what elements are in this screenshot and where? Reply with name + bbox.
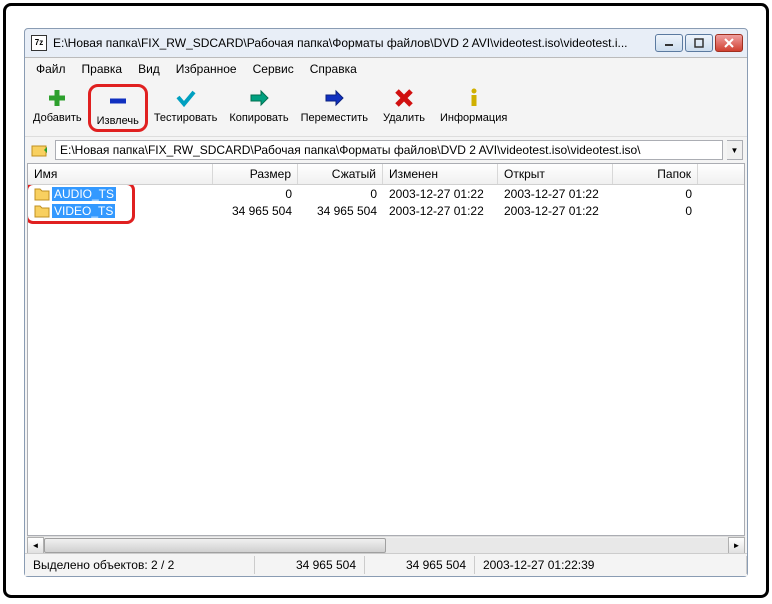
plus-icon: [46, 87, 68, 109]
status-selected: Выделено объектов: 2 / 2: [25, 556, 255, 574]
scroll-left-button[interactable]: ◄: [27, 537, 44, 554]
address-dropdown[interactable]: ▼: [727, 140, 743, 160]
folder-icon: [34, 204, 50, 218]
menu-tools[interactable]: Сервис: [246, 60, 301, 78]
col-modified[interactable]: Изменен: [383, 164, 498, 184]
status-size: 34 965 504: [255, 556, 365, 574]
app-icon: 7z: [31, 35, 47, 51]
add-label: Добавить: [33, 112, 82, 124]
add-button[interactable]: Добавить: [27, 84, 88, 132]
row-folders: 0: [613, 204, 698, 218]
row-modified: 2003-12-27 01:22: [383, 187, 498, 201]
row-opened: 2003-12-27 01:22: [498, 204, 613, 218]
row-size: 0: [213, 187, 298, 201]
address-bar: ▼: [25, 137, 747, 163]
delete-button[interactable]: Удалить: [374, 84, 434, 132]
col-folders[interactable]: Папок: [613, 164, 698, 184]
info-label: Информация: [440, 112, 507, 124]
move-button[interactable]: Переместить: [295, 84, 374, 132]
check-icon: [175, 87, 197, 109]
status-packed: 34 965 504: [365, 556, 475, 574]
info-button[interactable]: Информация: [434, 84, 513, 132]
arrow-right-icon: [248, 87, 270, 109]
folder-icon: [34, 187, 50, 201]
scroll-track[interactable]: [44, 538, 728, 553]
row-folders: 0: [613, 187, 698, 201]
minimize-icon: [664, 38, 674, 48]
file-list: Имя Размер Сжатый Изменен Открыт Папок A…: [27, 163, 745, 536]
maximize-button[interactable]: [685, 34, 713, 52]
menu-edit[interactable]: Правка: [75, 60, 130, 78]
menubar: Файл Правка Вид Избранное Сервис Справка: [25, 58, 747, 80]
arrow-move-icon: [323, 87, 345, 109]
statusbar: Выделено объектов: 2 / 2 34 965 504 34 9…: [25, 553, 747, 576]
menu-help[interactable]: Справка: [303, 60, 364, 78]
list-row[interactable]: AUDIO_TS 0 0 2003-12-27 01:22 2003-12-27…: [28, 185, 744, 202]
main-window: 7z E:\Новая папка\FIX_RW_SDCARD\Рабочая …: [24, 28, 748, 577]
row-modified: 2003-12-27 01:22: [383, 204, 498, 218]
delete-label: Удалить: [383, 112, 425, 124]
extract-button[interactable]: Извлечь: [88, 84, 148, 132]
menu-view[interactable]: Вид: [131, 60, 167, 78]
row-name: VIDEO_TS: [52, 204, 115, 218]
maximize-icon: [694, 38, 704, 48]
row-packed: 34 965 504: [298, 204, 383, 218]
info-icon: [463, 87, 485, 109]
extract-label: Извлечь: [97, 115, 139, 127]
horizontal-scrollbar[interactable]: ◄ ►: [27, 536, 745, 553]
test-label: Тестировать: [154, 112, 218, 124]
address-input[interactable]: [55, 140, 723, 160]
close-icon: [724, 38, 734, 48]
window-title: E:\Новая папка\FIX_RW_SDCARD\Рабочая пап…: [53, 36, 649, 50]
row-name: AUDIO_TS: [52, 187, 116, 201]
minus-icon: [107, 90, 129, 112]
menu-file[interactable]: Файл: [29, 60, 73, 78]
col-opened[interactable]: Открыт: [498, 164, 613, 184]
copy-label: Копировать: [229, 112, 288, 124]
folder-up-icon: [31, 142, 49, 158]
col-packed[interactable]: Сжатый: [298, 164, 383, 184]
toolbar: Добавить Извлечь Тестировать Копировать …: [25, 80, 747, 137]
close-button[interactable]: [715, 34, 743, 52]
minimize-button[interactable]: [655, 34, 683, 52]
row-size: 34 965 504: [213, 204, 298, 218]
col-size[interactable]: Размер: [213, 164, 298, 184]
x-icon: [393, 87, 415, 109]
list-row[interactable]: VIDEO_TS 34 965 504 34 965 504 2003-12-2…: [28, 202, 744, 219]
copy-button[interactable]: Копировать: [223, 84, 294, 132]
menu-favorites[interactable]: Избранное: [169, 60, 244, 78]
col-name[interactable]: Имя: [28, 164, 213, 184]
status-date: 2003-12-27 01:22:39: [475, 556, 747, 574]
test-button[interactable]: Тестировать: [148, 84, 224, 132]
move-label: Переместить: [301, 112, 368, 124]
row-packed: 0: [298, 187, 383, 201]
titlebar: 7z E:\Новая папка\FIX_RW_SDCARD\Рабочая …: [25, 29, 747, 57]
list-header: Имя Размер Сжатый Изменен Открыт Папок: [28, 164, 744, 185]
scroll-right-button[interactable]: ►: [728, 537, 745, 554]
up-button[interactable]: [29, 140, 51, 160]
scroll-thumb[interactable]: [44, 538, 386, 553]
row-opened: 2003-12-27 01:22: [498, 187, 613, 201]
